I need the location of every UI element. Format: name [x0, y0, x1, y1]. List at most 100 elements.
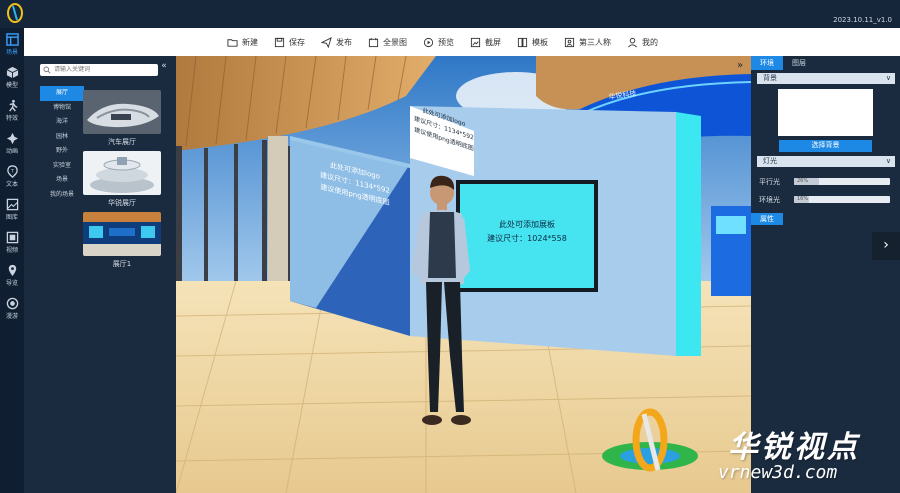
scene-card[interactable]: 汽车展厅	[83, 90, 161, 147]
rail-item-scene[interactable]: 场景	[0, 28, 24, 61]
select-background-button[interactable]: 选择背景	[779, 140, 872, 152]
publish-button-label: 发布	[336, 37, 352, 47]
chevron-down-icon: ∨	[885, 74, 891, 82]
parallel-light-value: 26%	[797, 178, 809, 184]
animation-icon	[6, 132, 18, 145]
save-button-label: 保存	[289, 37, 305, 47]
category-item[interactable]: 海洋	[40, 115, 84, 130]
parallel-light-label: 平行光	[759, 178, 780, 186]
rail-label: 模型	[5, 82, 18, 89]
search-input[interactable]	[40, 64, 158, 76]
lighting-section-title: 灯光	[763, 157, 777, 165]
background-section-title: 背景	[763, 74, 777, 82]
save-button[interactable]: 保存	[271, 32, 308, 52]
panorama-button[interactable]: 全景图	[365, 32, 410, 52]
new-button[interactable]: 新建	[224, 32, 261, 52]
save-icon	[274, 37, 285, 47]
app-logo-icon	[7, 3, 23, 23]
scene-icon	[5, 33, 19, 46]
rail-item-effects[interactable]: 特效	[0, 94, 24, 127]
third-person-icon	[564, 37, 575, 47]
panorama-button-label: 全景图	[383, 37, 407, 47]
screenshot-icon	[470, 37, 481, 47]
ambient-light-label: 环境光	[759, 196, 780, 204]
my-button[interactable]: 我的	[624, 32, 661, 52]
scene-card-label: 汽车展厅	[108, 138, 136, 146]
video-icon	[6, 231, 18, 244]
parallel-light-slider[interactable]: 26%	[794, 178, 890, 185]
background-preview	[778, 89, 873, 136]
category-item[interactable]: 野外	[40, 144, 84, 159]
attributes-tab[interactable]: 属性	[751, 213, 783, 225]
app-window: 2023.10.11_v1.0 新建 保存 发布 全景图 预览 截屏 模板 第三…	[0, 0, 900, 493]
roam-icon	[6, 297, 18, 310]
screen-line: 建议尺寸：1024*558	[487, 234, 567, 243]
rail-item-video[interactable]: 视频	[0, 226, 24, 259]
collapse-right-panel-button[interactable]: »	[732, 59, 748, 73]
rail-label: 导览	[5, 280, 18, 287]
scene-card-label: 华锐展厅	[108, 199, 136, 207]
category-item[interactable]: 实验室	[40, 159, 84, 174]
publish-button[interactable]: 发布	[318, 32, 355, 52]
ambient-light-slider[interactable]: 16%	[794, 196, 890, 203]
title-bar: 2023.10.11_v1.0	[0, 0, 900, 28]
main-toolbar: 新建 保存 发布 全景图 预览 截屏 模板 第三人称 我的	[24, 28, 900, 56]
left-nav-rail: 场景 模型 特效 动画 T 文本 图库 视频 导览 漫游	[0, 28, 24, 493]
rail-item-animation[interactable]: 动画	[0, 127, 24, 160]
scene-card-label: 展厅1	[112, 260, 132, 268]
version-label: 2023.10.11_v1.0	[833, 16, 892, 24]
cube-icon	[6, 66, 18, 79]
rail-label: 场景	[5, 49, 18, 56]
tab-environment[interactable]: 环境	[751, 56, 783, 70]
play-icon	[423, 37, 434, 47]
scene-thumbnail	[83, 212, 161, 256]
screen-text: 此处可添加展板 建议尺寸：1024*558	[462, 218, 592, 246]
screen-line: 此处可添加展板	[499, 220, 555, 229]
scene-card[interactable]: 华锐展厅	[83, 151, 161, 208]
properties-panel: 环境 图层 背景 ∨ 选择背景 灯光 ∨ 平行光 26% 环境光 16% 属性 …	[751, 56, 900, 493]
panorama-icon	[368, 37, 379, 47]
user-icon	[628, 37, 637, 47]
folder-icon	[227, 38, 238, 47]
category-item[interactable]: 场景	[40, 173, 84, 188]
category-list: 展厅 博物馆 海洋 园林 野外 实验室 场景 我的场景	[40, 86, 84, 202]
rail-label: 动画	[5, 148, 18, 155]
collapse-left-panel-button[interactable]: «	[152, 59, 176, 73]
template-button[interactable]: 模板	[514, 32, 551, 52]
rail-label: 视频	[5, 247, 18, 254]
rail-item-gallery[interactable]: 图库	[0, 193, 24, 226]
properties-tabs: 环境 图层	[751, 56, 900, 70]
preview-button-label: 预览	[438, 37, 454, 47]
scene-thumbnail	[83, 151, 161, 195]
text-icon: T	[6, 165, 18, 178]
tab-layers[interactable]: 图层	[783, 56, 815, 70]
screenshot-button[interactable]: 截屏	[467, 32, 504, 52]
rail-label: 漫游	[5, 313, 18, 320]
chevron-right-icon[interactable]: ›	[872, 232, 900, 260]
category-item[interactable]: 我的场景	[40, 188, 84, 203]
ambient-light-value: 16%	[797, 196, 809, 202]
effects-icon	[8, 99, 17, 112]
category-item[interactable]: 博物馆	[40, 101, 84, 116]
lighting-section-header[interactable]: 灯光 ∨	[757, 156, 895, 167]
scene-card[interactable]: 展厅1	[83, 212, 161, 269]
search-icon	[43, 66, 51, 74]
scene-card-list: 汽车展厅 华锐展厅 展厅1	[83, 90, 161, 273]
rail-label: 文本	[5, 181, 18, 188]
rail-item-guide[interactable]: 导览	[0, 259, 24, 292]
rail-item-roam[interactable]: 漫游	[0, 292, 24, 325]
category-item[interactable]: 园林	[40, 130, 84, 145]
rail-item-model[interactable]: 模型	[0, 61, 24, 94]
new-button-label: 新建	[242, 37, 258, 47]
category-item[interactable]: 展厅	[40, 86, 84, 101]
rail-item-text[interactable]: T 文本	[0, 160, 24, 193]
preview-button[interactable]: 预览	[420, 32, 457, 52]
template-button-label: 模板	[532, 37, 548, 47]
send-icon	[321, 36, 332, 48]
background-section-header[interactable]: 背景 ∨	[757, 73, 895, 84]
scene-thumbnail	[83, 90, 161, 134]
chevron-down-icon: ∨	[885, 157, 891, 165]
gallery-icon	[6, 198, 18, 211]
rail-label: 特效	[5, 115, 18, 122]
third-person-button[interactable]: 第三人称	[561, 32, 614, 52]
